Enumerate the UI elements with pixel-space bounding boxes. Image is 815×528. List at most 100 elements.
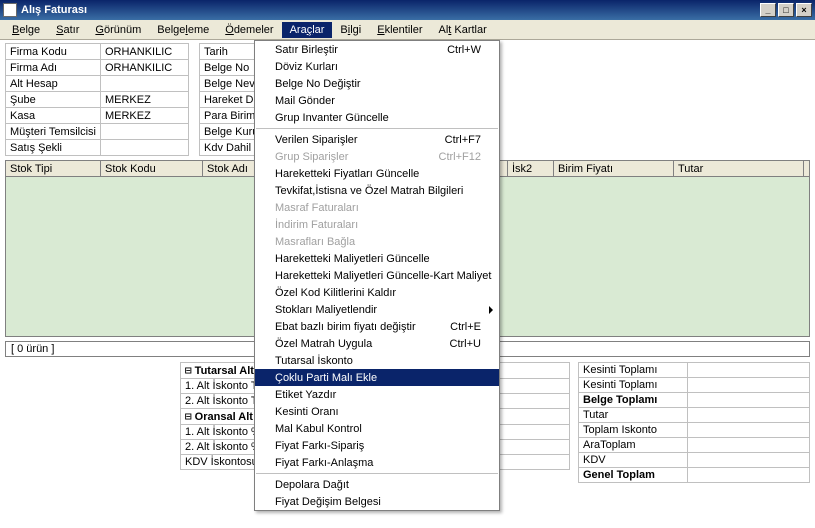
menu-item: İndirim Faturaları [255,216,499,233]
menu-item[interactable]: Satır BirleştirCtrl+W [255,41,499,58]
menu-shortcut: Ctrl+F12 [439,151,482,163]
form-value[interactable]: ORHANKILIC [100,44,188,60]
maximize-button[interactable]: □ [778,3,794,17]
form-value[interactable] [100,76,188,92]
totals-value [688,393,810,408]
form-value[interactable]: ORHANKILIC [100,60,188,76]
menu-item[interactable]: Tutarsal İskonto [255,352,499,369]
menu-item[interactable]: Fiyat Farkı-Sipariş [255,437,499,454]
menu-eklentiler[interactable]: Eklentiler [369,22,430,38]
menu-satır[interactable]: Satır [48,22,87,38]
totals-label: Genel Toplam [579,468,688,483]
menu-item-label: Özel Matrah Uygula [275,338,372,350]
menu-görünüm[interactable]: Görünüm [87,22,149,38]
menu-shortcut: Ctrl+E [450,321,481,333]
menu-item[interactable]: Fiyat Farkı-Anlaşma [255,454,499,471]
menu-alt kartlar[interactable]: Alt Kartlar [430,22,494,38]
totals-label: Belge Toplamı [579,393,688,408]
column-header[interactable]: Stok Tipi [6,161,101,176]
menu-item[interactable]: Mal Kabul Kontrol [255,420,499,437]
menu-item-label: Depolara Dağıt [275,479,349,491]
form-label: Kasa [6,108,101,124]
menu-shortcut: Ctrl+F7 [445,134,481,146]
menu-item[interactable]: Hareketteki Maliyetleri Güncelle-Kart Ma… [255,267,499,284]
menu-item[interactable]: Özel Matrah UygulaCtrl+U [255,335,499,352]
menu-bar[interactable]: BelgeSatırGörünümBelgelemeÖdemelerAraçla… [0,20,815,40]
menu-item-label: Verilen Siparişler [275,134,358,146]
menu-item-label: Özel Kod Kilitlerini Kaldır [275,287,396,299]
menu-item[interactable]: Hareketteki Fiyatları Güncelle [255,165,499,182]
menu-item[interactable]: Etiket Yazdır [255,386,499,403]
column-header[interactable]: Tutar [674,161,804,176]
totals-label: Toplam Iskonto [579,423,688,438]
form-value[interactable]: MERKEZ [100,92,188,108]
menu-item: Masraf Faturaları [255,199,499,216]
menu-item[interactable]: Döviz Kurları [255,58,499,75]
totals-value [688,468,810,483]
menu-item-label: Tevkifat,İstisna ve Özel Matrah Bilgiler… [275,185,463,197]
menu-item-label: Masrafları Bağla [275,236,355,248]
menu-item[interactable]: Mail Gönder [255,92,499,109]
window-title: Alış Faturası [21,4,87,16]
menu-separator [256,128,498,129]
totals-label: Kesinti Toplamı [579,363,688,378]
menu-item-label: Fiyat Farkı-Anlaşma [275,457,373,469]
menu-item-label: Grup Invanter Güncelle [275,112,389,124]
menu-item[interactable]: Fiyat Değişim Belgesi [255,493,499,510]
form-value[interactable] [100,124,188,140]
form-left-grid: Firma KoduORHANKILICFirma AdıORHANKILICA… [5,43,189,156]
menu-item[interactable]: Çoklu Parti Malı Ekle [255,369,499,386]
column-header[interactable]: İsk2 [508,161,554,176]
totals-value [688,363,810,378]
totals-label: Kesinti Toplamı [579,378,688,393]
menu-item-label: Ebat bazlı birim fiyatı değiştir [275,321,416,333]
minimize-button[interactable]: _ [760,3,776,17]
menu-item-label: Mal Kabul Kontrol [275,423,362,435]
form-label: Şube [6,92,101,108]
menu-item-label: Fiyat Farkı-Sipariş [275,440,364,452]
menu-item-label: Döviz Kurları [275,61,338,73]
menu-item[interactable]: Ebat bazlı birim fiyatı değiştir Ctrl+E [255,318,499,335]
totals-value [688,423,810,438]
menu-item: Masrafları Bağla [255,233,499,250]
menu-item-label: İndirim Faturaları [275,219,358,231]
menu-item: Grup SiparişlerCtrl+F12 [255,148,499,165]
totals-label: AraToplam [579,438,688,453]
form-label: Alt Hesap [6,76,101,92]
menu-item[interactable]: Grup Invanter Güncelle [255,109,499,126]
close-button[interactable]: × [796,3,812,17]
menu-item-label: Mail Gönder [275,95,335,107]
menu-item[interactable]: Stokları Maliyetlendir [255,301,499,318]
column-header[interactable]: Birim Fiyatı [554,161,674,176]
menu-item-label: Etiket Yazdır [275,389,336,401]
form-value[interactable] [100,140,188,156]
menu-separator [256,473,498,474]
column-header[interactable]: Stok Kodu [101,161,203,176]
totals-value [688,453,810,468]
menu-item[interactable]: Belge No Değiştir [255,75,499,92]
menu-item[interactable]: Tevkifat,İstisna ve Özel Matrah Bilgiler… [255,182,499,199]
menu-item[interactable]: Hareketteki Maliyetleri Güncelle [255,250,499,267]
menu-item-label: Çoklu Parti Malı Ekle [275,372,377,384]
menu-item[interactable]: Özel Kod Kilitlerini Kaldır [255,284,499,301]
menu-belge[interactable]: Belge [4,22,48,38]
menu-item-label: Tutarsal İskonto [275,355,353,367]
araclar-menu[interactable]: Satır BirleştirCtrl+W Döviz Kurları Belge … [254,40,500,511]
form-label: Satış Şekli [6,140,101,156]
submenu-arrow-icon [489,306,493,314]
menu-item-label: Satır Birleştir [275,44,338,56]
menu-item[interactable]: Kesinti Oranı [255,403,499,420]
menu-bilgi[interactable]: Bilgi [332,22,369,38]
totals-panel: Kesinti ToplamıKesinti ToplamıBelge Topl… [578,362,810,483]
menu-belgeleme[interactable]: Belgeleme [149,22,217,38]
totals-label: Tutar [579,408,688,423]
totals-value [688,438,810,453]
menu-item-label: Masraf Faturaları [275,202,359,214]
form-label: Firma Kodu [6,44,101,60]
menu-ödemeler[interactable]: Ödemeler [217,22,281,38]
menu-item[interactable]: Depolara Dağıt [255,476,499,493]
menu-item[interactable]: Verilen Siparişler Ctrl+F7 [255,131,499,148]
form-label: Müşteri Temsilcisi [6,124,101,140]
menu-araçlar[interactable]: Araçlar [282,22,333,38]
form-value[interactable]: MERKEZ [100,108,188,124]
